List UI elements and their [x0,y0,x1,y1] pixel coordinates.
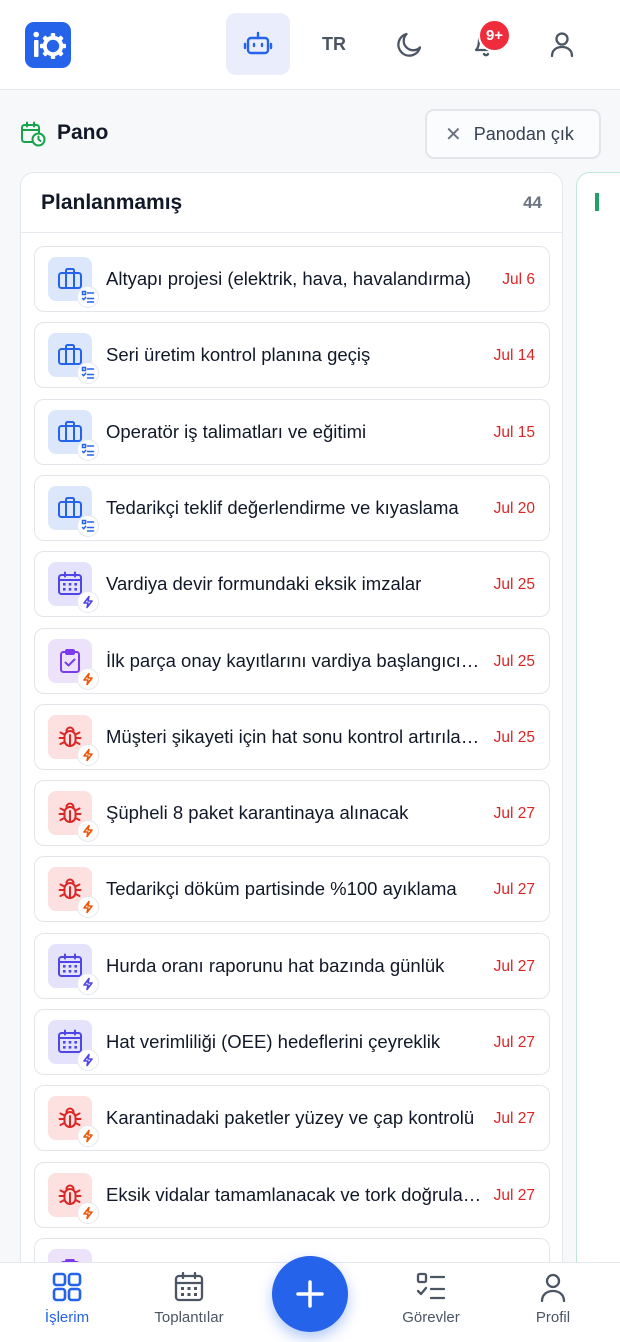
due-date: Jul 25 [493,729,535,746]
nav-item-profile[interactable]: Profil [498,1271,608,1335]
language-label: TR [322,33,346,54]
nav-item-meetings[interactable]: Toplantılar [134,1271,244,1335]
task-title: Şüpheli 8 paket karantinaya alınacak [106,802,409,823]
bolt-icon [78,974,98,994]
assistant-bot-button[interactable] [226,13,290,75]
nav-label: Görevler [402,1309,460,1326]
checklist-icon [78,363,98,383]
close-icon: ✕ [445,123,462,146]
task-card[interactable]: Tedarikçi teklif değerlendirme ve kıyasl… [34,475,550,541]
checklist-icon [78,516,98,536]
add-button[interactable] [272,1256,348,1332]
task-card[interactable]: Seri üretim kontrol planına geçiş Jul 14 [34,322,550,388]
due-date: Jul 27 [493,805,535,822]
bolt-icon [78,897,98,917]
task-card[interactable]: Tedarikçi döküm partisinde %100 ayıklama… [34,856,550,922]
nav-item-tasks[interactable]: Görevler [376,1271,486,1335]
user-icon [540,1273,566,1303]
task-card[interactable]: Vardiya devir formundaki eksik imzalar Ju… [34,551,550,617]
task-card[interactable]: Hurda oranı raporunu hat bazında günlük J… [34,933,550,999]
task-title: Altyapı projesi (elektrik, hava, havalan… [106,268,472,289]
task-title: Tedarikçi teklif değerlendirme ve kıyasl… [106,497,459,518]
task-card[interactable]: Eksik vidalar tamamlanacak ve tork doğru… [34,1162,550,1228]
app-logo[interactable] [25,22,71,68]
bolt-icon [78,1203,98,1223]
next-column-title-peek [595,193,599,211]
task-title: Tedarikçi döküm partisinde %100 ayıklama [106,878,457,899]
column-header: Planlanmamış 44 [21,173,562,233]
task-card[interactable]: Altyapı projesi (elektrik, hava, havalan… [34,246,550,312]
bolt-icon [78,669,98,689]
exit-board-button[interactable]: ✕ Panodan çık [425,109,601,159]
due-date: Jul 27 [493,1034,535,1051]
task-title: Seri üretim kontrol planına geçiş [106,344,371,365]
board-column-unplanned: Planlanmamış 44 Altyapı projesi (elektri… [20,172,563,1332]
checklist-icon [78,287,98,307]
theme-toggle-button[interactable] [378,13,442,75]
due-date: Jul 27 [493,1110,535,1127]
task-title: Hurda oranı raporunu hat bazında günlük [106,955,445,976]
task-title: Operatör iş talimatları ve eğitimi [106,421,367,442]
due-date: Jul 27 [493,958,535,975]
checklist-icon [78,440,98,460]
plus-icon [296,1280,324,1308]
due-date: Jul 14 [493,347,535,364]
due-date: Jul 25 [493,653,535,670]
language-switch[interactable]: TR [302,13,366,75]
task-card[interactable]: Operatör iş talimatları ve eğitimi Jul 15 [34,399,550,465]
exit-board-label: Panodan çık [473,123,574,144]
checklist-icon [416,1272,446,1300]
robot-icon [243,31,273,55]
bolt-icon [78,1126,98,1146]
bolt-icon [78,592,98,612]
board-title: Pano [57,121,109,144]
task-card[interactable]: Hat verimliliği (OEE) hedeflerini çeyrek… [34,1009,550,1075]
nav-label: Toplantılar [154,1309,224,1326]
due-date: Jul 27 [493,1187,535,1204]
bolt-icon [78,745,98,765]
top-bar: TR 9+ [0,0,620,90]
due-date: Jul 6 [502,271,535,288]
due-date: Jul 20 [493,500,535,517]
task-card[interactable]: Karantinadaki paketler yüzey ve çap kont… [34,1085,550,1151]
calendar-clock-icon [21,121,46,147]
board-column-next[interactable] [576,172,620,1332]
grid-icon [52,1272,82,1302]
nav-label: İşlerim [44,1309,90,1326]
bolt-icon [78,821,98,841]
nav-label: Profil [535,1309,571,1326]
task-title: Müşteri şikayeti için hat sonu kontrol a… [106,726,486,747]
calendar-icon [174,1271,204,1302]
due-date: Jul 15 [493,424,535,441]
user-icon [550,32,574,58]
bolt-icon [78,1050,98,1070]
task-title: İlk parça onay kayıtlarını vardiya başla… [106,650,486,671]
due-date: Jul 27 [493,881,535,898]
task-title: Hat verimliliği (OEE) hedeflerini çeyrek… [106,1031,441,1052]
logo-mark-icon [33,31,66,59]
task-title: Karantinadaki paketler yüzey ve çap kont… [106,1107,475,1128]
task-title: Vardiya devir formundaki eksik imzalar [106,573,422,594]
column-count: 44 [523,192,542,212]
profile-button[interactable] [530,13,594,75]
task-title: Eksik vidalar tamamlanacak ve tork doğru… [106,1184,486,1205]
task-card[interactable]: Müşteri şikayeti için hat sonu kontrol a… [34,704,550,770]
nav-item-my-work[interactable]: İşlerim [12,1271,122,1335]
due-date: Jul 25 [493,576,535,593]
task-card[interactable]: İlk parça onay kayıtlarını vardiya başla… [34,628,550,694]
task-card[interactable]: Şüpheli 8 paket karantinaya alınacak Jul … [34,780,550,846]
moon-icon [397,32,422,57]
notification-count-badge: 9+ [478,19,511,52]
column-title: Planlanmamış [41,190,183,214]
